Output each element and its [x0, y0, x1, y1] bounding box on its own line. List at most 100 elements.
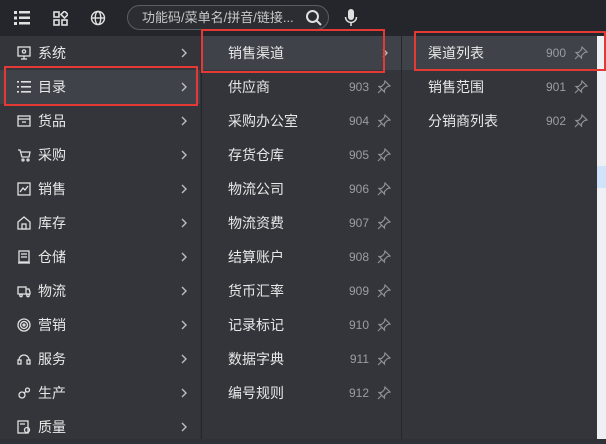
menu-item-service[interactable]: 服务: [0, 342, 200, 376]
storage-icon: [16, 249, 32, 265]
chevron-right-icon: [181, 218, 187, 228]
menu-item-label: 货币汇率: [228, 283, 284, 299]
menu-item-code: 912: [348, 386, 369, 400]
menu-item-label: 分销商列表: [428, 113, 498, 129]
menu-level1: 系统 目录 货品 采购 销售 库存 仓储 物流 营销 服务 生产 质量: [0, 36, 200, 439]
menu-item-code: 910: [348, 318, 369, 332]
menu-item-logistics-company[interactable]: 物流公司 906: [202, 172, 401, 206]
pin-icon[interactable]: [377, 250, 391, 264]
menu-item-code: 911: [349, 352, 369, 366]
menu-level2: 销售渠道 供应商 903 采购办公室 904 存货仓库 905 物流公司 906…: [201, 36, 401, 439]
menu-item-code: 904: [348, 114, 369, 128]
warehouse-icon: [16, 215, 32, 231]
sales-icon: [16, 181, 32, 197]
chevron-right-icon: [181, 286, 187, 296]
menu-item-channel-list[interactable]: 渠道列表 900: [402, 36, 598, 70]
truck-icon: [16, 283, 32, 299]
menu-item-label: 记录标记: [228, 317, 284, 333]
search-box[interactable]: [127, 5, 329, 30]
menu-item-system[interactable]: 系统: [0, 36, 200, 70]
menu-item-label: 物流资费: [228, 215, 284, 231]
menu-item-label: 目录: [38, 79, 66, 95]
pin-icon[interactable]: [377, 386, 391, 400]
pin-icon[interactable]: [377, 148, 391, 162]
menu-item-label: 存货仓库: [228, 147, 284, 163]
cart-icon: [16, 147, 32, 163]
globe-icon[interactable]: [88, 8, 108, 28]
menu-level3: 渠道列表 900 销售范围 901 分销商列表 902: [401, 36, 598, 439]
menu-item-marketing[interactable]: 营销: [0, 308, 200, 342]
menu-item-label: 物流公司: [228, 181, 284, 197]
menu-item-inventory[interactable]: 库存: [0, 206, 200, 240]
menu-item-label: 数据字典: [228, 351, 284, 367]
menu-item-production[interactable]: 生产: [0, 376, 200, 410]
pin-icon[interactable]: [377, 182, 391, 196]
menu-item-label: 物流: [38, 283, 66, 299]
menu-item-label: 销售渠道: [228, 45, 284, 61]
menu-item-logistics-fee[interactable]: 物流资费 907: [202, 206, 401, 240]
menu-item-purchase-office[interactable]: 采购办公室 904: [202, 104, 401, 138]
menu-item-exchange-rate[interactable]: 货币汇率 909: [202, 274, 401, 308]
pin-icon[interactable]: [377, 352, 391, 366]
chevron-right-icon: [181, 252, 187, 262]
menu-item-logistics[interactable]: 物流: [0, 274, 200, 308]
menu-item-label: 营销: [38, 317, 66, 333]
menu-item-goods[interactable]: 货品: [0, 104, 200, 138]
menu-item-sales-scope[interactable]: 销售范围 901: [402, 70, 598, 104]
menu-item-label: 服务: [38, 351, 66, 367]
menu-item-purchase[interactable]: 采购: [0, 138, 200, 172]
menu-item-sales[interactable]: 销售: [0, 172, 200, 206]
menu-item-code: 901: [545, 80, 566, 94]
pin-icon[interactable]: [377, 318, 391, 332]
menu-item-code: 900: [545, 46, 566, 60]
pin-icon[interactable]: [377, 284, 391, 298]
menu-item-label: 系统: [38, 45, 66, 61]
pin-icon[interactable]: [377, 216, 391, 230]
menu-item-distributor-list[interactable]: 分销商列表 902: [402, 104, 598, 138]
chevron-right-icon: [181, 116, 187, 126]
menu-item-code: 903: [348, 80, 369, 94]
list-icon[interactable]: [12, 8, 32, 28]
monitor-icon: [16, 45, 32, 61]
quality-icon: [16, 419, 32, 435]
menu-item-record-tags[interactable]: 记录标记 910: [202, 308, 401, 342]
menu-item-label: 编号规则: [228, 385, 284, 401]
service-icon: [16, 351, 32, 367]
menu-item-code: 902: [545, 114, 566, 128]
menu-item-label: 销售: [38, 181, 66, 197]
microphone-icon[interactable]: [343, 8, 359, 28]
menu-item-stock-warehouse[interactable]: 存货仓库 905: [202, 138, 401, 172]
menu-item-code: 905: [348, 148, 369, 162]
menu-item-settlement-account[interactable]: 结算账户 908: [202, 240, 401, 274]
menu-item-label: 结算账户: [228, 249, 284, 265]
pin-icon[interactable]: [574, 80, 588, 94]
search-icon[interactable]: [305, 9, 323, 27]
menu-item-storage[interactable]: 仓储: [0, 240, 200, 274]
chevron-right-icon: [181, 354, 187, 364]
menu-item-catalog[interactable]: 目录: [0, 70, 200, 104]
pin-icon[interactable]: [377, 114, 391, 128]
pin-icon[interactable]: [574, 114, 588, 128]
menu-item-label: 渠道列表: [428, 45, 484, 61]
menu-item-supplier[interactable]: 供应商 903: [202, 70, 401, 104]
chevron-right-icon: [181, 184, 187, 194]
chevron-right-icon: [181, 388, 187, 398]
menu-item-data-dictionary[interactable]: 数据字典 911: [202, 342, 401, 376]
menu-item-code: 907: [348, 216, 369, 230]
target-icon: [16, 317, 32, 333]
menu-item-numbering-rules[interactable]: 编号规则 912: [202, 376, 401, 410]
list-icon: [16, 79, 32, 95]
menu-item-label: 采购办公室: [228, 113, 298, 129]
menu-item-code: 906: [348, 182, 369, 196]
apps-icon[interactable]: [50, 8, 70, 28]
pin-icon[interactable]: [377, 80, 391, 94]
menu-item-label: 生产: [38, 385, 66, 401]
chevron-right-icon: [181, 320, 187, 330]
chevron-right-icon: [181, 48, 187, 58]
background-page-edge: [597, 36, 606, 439]
search-input[interactable]: [142, 9, 302, 26]
chevron-right-icon: [181, 82, 187, 92]
background-selected-row: [597, 166, 606, 188]
pin-icon[interactable]: [574, 46, 588, 60]
menu-item-sales-channel[interactable]: 销售渠道: [202, 36, 401, 70]
